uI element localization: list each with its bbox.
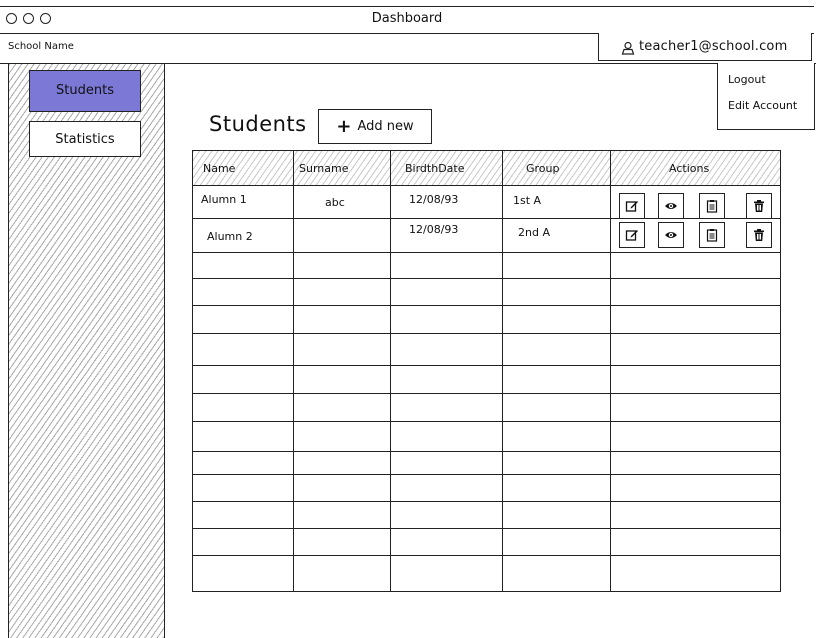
row-divider bbox=[193, 218, 780, 219]
column-divider bbox=[390, 151, 391, 591]
header-name: Name bbox=[203, 162, 236, 175]
row-divider bbox=[193, 305, 780, 306]
clipboard-button[interactable] bbox=[699, 193, 725, 219]
trash-icon bbox=[754, 229, 764, 241]
school-name: School Name bbox=[8, 41, 74, 52]
sidebar: Students Statistics bbox=[8, 64, 165, 638]
view-icon bbox=[665, 232, 677, 238]
row-2-name: Alumn 2 bbox=[207, 230, 253, 243]
page-title: Students bbox=[209, 112, 307, 136]
row-1-name: Alumn 1 bbox=[201, 193, 247, 206]
row-2-group: 2nd A bbox=[518, 226, 550, 239]
user-email: teacher1@school.com bbox=[639, 39, 788, 54]
clipboard-button[interactable] bbox=[699, 222, 725, 248]
row-divider bbox=[193, 451, 780, 452]
column-divider bbox=[293, 151, 294, 591]
row-divider bbox=[193, 278, 780, 279]
add-new-button[interactable]: + Add new bbox=[318, 109, 432, 144]
edit-account-menu-item[interactable]: Edit Account bbox=[728, 99, 797, 112]
row-divider bbox=[193, 528, 780, 529]
table-header: Name Surname BirdthDate Group Actions bbox=[193, 151, 780, 186]
view-icon bbox=[665, 203, 677, 209]
row-2-birthdate: 12/08/93 bbox=[409, 223, 459, 236]
user-icon bbox=[621, 41, 635, 55]
edit-button[interactable] bbox=[619, 222, 645, 248]
clipboard-icon bbox=[706, 229, 718, 242]
row-divider bbox=[193, 333, 780, 334]
column-divider bbox=[502, 151, 503, 591]
students-table: Name Surname BirdthDate Group Actions Al… bbox=[192, 150, 781, 592]
edit-icon bbox=[625, 230, 638, 241]
row-divider bbox=[193, 365, 780, 366]
row-divider bbox=[193, 252, 780, 253]
user-dropdown-menu: Logout Edit Account bbox=[717, 63, 815, 130]
trash-icon bbox=[754, 200, 764, 212]
edit-icon bbox=[625, 201, 638, 212]
header-birthdate: BirdthDate bbox=[405, 162, 465, 175]
delete-button[interactable] bbox=[746, 222, 772, 248]
row-divider bbox=[193, 393, 780, 394]
add-new-label: Add new bbox=[357, 119, 414, 134]
top-bar: School Name teacher1@school.com bbox=[0, 33, 816, 64]
window-title: Dashboard bbox=[371, 11, 443, 26]
sidebar-item-students[interactable]: Students bbox=[29, 70, 141, 112]
window-title-bar: Dashboard bbox=[0, 6, 814, 34]
user-menu-button[interactable]: teacher1@school.com bbox=[598, 33, 812, 61]
view-button[interactable] bbox=[658, 222, 684, 248]
row-1-surname: abc bbox=[325, 196, 345, 209]
column-divider bbox=[610, 151, 611, 591]
row-divider bbox=[193, 421, 780, 422]
header-surname: Surname bbox=[299, 162, 349, 175]
view-button[interactable] bbox=[658, 193, 684, 219]
logout-menu-item[interactable]: Logout bbox=[728, 73, 766, 86]
row-1-birthdate: 12/08/93 bbox=[409, 193, 459, 206]
row-divider bbox=[193, 474, 780, 475]
plus-icon: + bbox=[336, 115, 352, 137]
delete-button[interactable] bbox=[746, 193, 772, 219]
edit-button[interactable] bbox=[619, 193, 645, 219]
clipboard-icon bbox=[706, 200, 718, 213]
sidebar-item-statistics[interactable]: Statistics bbox=[29, 121, 141, 157]
row-divider bbox=[193, 555, 780, 556]
header-group: Group bbox=[526, 162, 560, 175]
header-actions: Actions bbox=[669, 162, 710, 175]
row-divider bbox=[193, 501, 780, 502]
row-1-group: 1st A bbox=[513, 194, 542, 207]
